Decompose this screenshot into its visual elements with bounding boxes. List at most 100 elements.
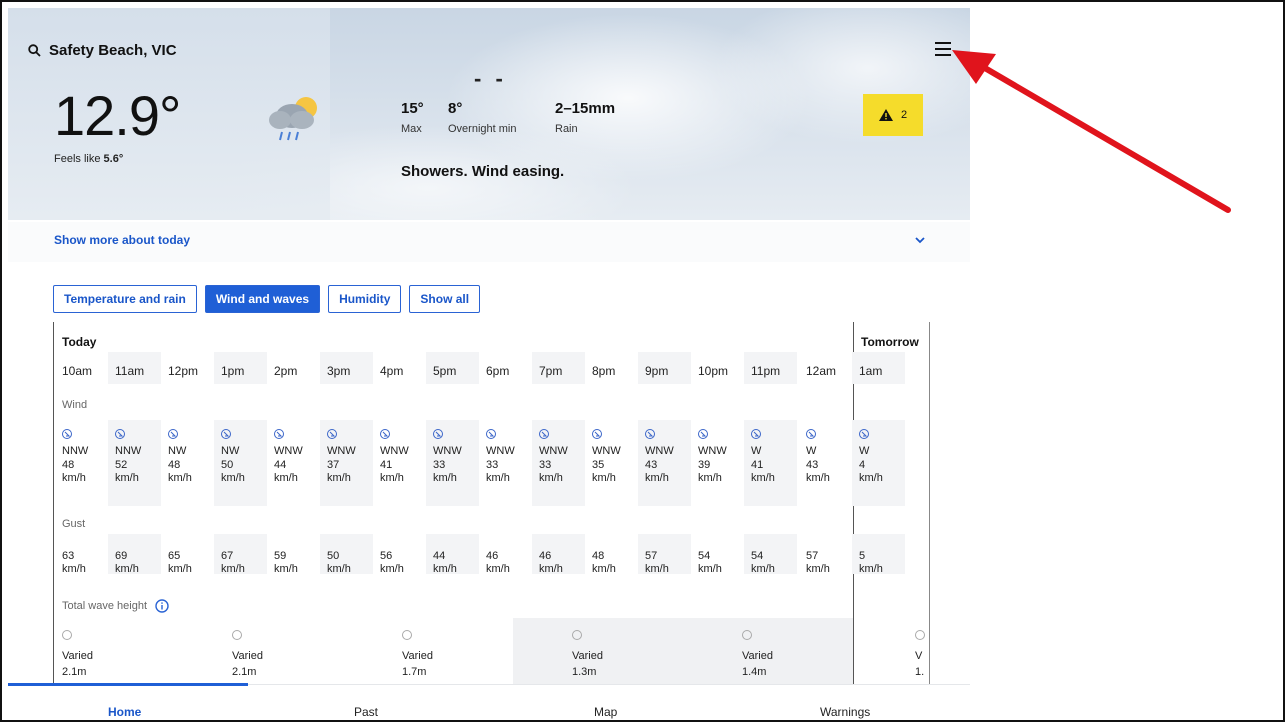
wind-direction-icon [859, 429, 869, 439]
day-label-tomorrow: Tomorrow [861, 335, 919, 349]
gust-speed: 57 [806, 550, 819, 562]
max-temp-value: 15° [401, 100, 424, 117]
wind-section-label: Wind [62, 399, 88, 411]
overnight-min-value: 8° [448, 100, 463, 117]
show-more-link[interactable]: Show more about today [54, 233, 190, 247]
gust-unit: km/h [221, 563, 245, 575]
wind-direction: WNW [327, 445, 356, 457]
wind-direction-icon [751, 429, 761, 439]
wind-direction: W [806, 445, 817, 457]
warning-triangle-icon [878, 109, 893, 121]
wind-direction-icon [698, 429, 708, 439]
gust-speed: 69 [115, 550, 128, 562]
gust-unit: km/h [486, 563, 510, 575]
wave-direction-icon [572, 630, 582, 640]
hour-header: 4pm [380, 364, 404, 378]
wind-direction-icon [62, 429, 72, 439]
location-search[interactable]: Safety Beach, VIC [28, 42, 177, 59]
info-icon[interactable] [155, 599, 169, 613]
wind-direction: WNW [539, 445, 568, 457]
wind-speed-unit: km/h [698, 472, 722, 484]
nav-map[interactable]: Map [594, 705, 617, 719]
wind-speed-unit: km/h [645, 472, 669, 484]
wind-speed: 35 [592, 459, 605, 471]
hour-header: 1pm [221, 364, 245, 378]
gust-unit: km/h [698, 563, 722, 575]
wind-direction-icon [168, 429, 178, 439]
hour-header: 12am [806, 364, 837, 378]
feels-like-value: 5.6° [103, 153, 124, 165]
annotation-arrow [952, 50, 1231, 213]
nav-home[interactable]: Home [108, 705, 141, 719]
warnings-badge[interactable]: 2 [863, 94, 923, 136]
chevron-down-icon[interactable] [914, 234, 926, 246]
wave-type: Varied [62, 650, 93, 662]
gust-speed: 63 [62, 550, 75, 562]
wind-direction-icon [433, 429, 443, 439]
wave-direction-icon [915, 630, 925, 640]
wind-speed: 48 [62, 459, 75, 471]
gust-speed: 50 [327, 550, 340, 562]
gust-unit: km/h [327, 563, 351, 575]
show-more-bar[interactable]: Show more about today [8, 222, 970, 262]
wind-speed: 37 [327, 459, 340, 471]
wind-speed-unit: km/h [433, 472, 457, 484]
wave-type: Varied [572, 650, 603, 662]
gust-unit: km/h [380, 563, 404, 575]
gust-speed: 46 [539, 550, 552, 562]
nav-past[interactable]: Past [354, 705, 378, 719]
gust-speed: 56 [380, 550, 393, 562]
wind-direction-icon [274, 429, 284, 439]
filter-show-all[interactable]: Show all [409, 285, 481, 313]
filter-temperature-and-rain[interactable]: Temperature and rain [53, 285, 197, 313]
wave-height: 2.1m [232, 666, 257, 678]
wind-direction-icon [539, 429, 549, 439]
hour-header: 3pm [327, 364, 351, 378]
wind-speed-unit: km/h [592, 472, 616, 484]
hourly-forecast-table[interactable]: Today Tomorrow Wind Gust Total wave heig… [53, 322, 930, 694]
wave-section-label: Total wave height [62, 599, 169, 613]
feels-like: Feels like 5.6° [54, 153, 123, 165]
location-name: Safety Beach, VIC [49, 42, 177, 59]
wind-direction-icon [115, 429, 125, 439]
max-temp-label: Max [401, 123, 422, 135]
warnings-count: 2 [900, 109, 908, 121]
gust-speed: 54 [698, 550, 711, 562]
wind-direction-icon [592, 429, 602, 439]
wind-direction: WNW [645, 445, 674, 457]
gust-unit: km/h [859, 563, 883, 575]
gust-speed: 5 [859, 550, 866, 562]
filter-wind-and-waves[interactable]: Wind and waves [204, 285, 321, 313]
gust-unit: km/h [274, 563, 298, 575]
filter-humidity[interactable]: Humidity [328, 285, 402, 313]
gust-unit: km/h [115, 563, 139, 575]
gust-speed: 67 [221, 550, 234, 562]
feels-like-label: Feels like [54, 153, 104, 165]
current-temperature: 12.9° [54, 84, 181, 147]
gust-unit: km/h [592, 563, 616, 575]
wave-direction-icon [232, 630, 242, 640]
table-left-border [53, 322, 54, 694]
wave-height: 2.1m [62, 666, 87, 678]
wind-speed: 43 [806, 459, 819, 471]
nav-warnings[interactable]: Warnings [820, 705, 870, 719]
wave-height: 1.3m [572, 666, 597, 678]
wind-direction: WNW [486, 445, 515, 457]
hour-header: 9pm [645, 364, 669, 378]
wind-speed-unit: km/h [168, 472, 192, 484]
gust-speed: 48 [592, 550, 605, 562]
search-icon [28, 44, 41, 57]
wind-speed: 33 [539, 459, 552, 471]
gust-unit: km/h [539, 563, 563, 575]
wave-height: 1. [915, 666, 925, 678]
status-dashes: - - [474, 66, 507, 91]
hour-header: 8pm [592, 364, 616, 378]
rain-forecast: 2–15mm Rain [555, 100, 615, 135]
gust-speed: 54 [751, 550, 764, 562]
wind-direction-icon [380, 429, 390, 439]
wind-direction: NW [168, 445, 187, 457]
gust-unit: km/h [751, 563, 775, 575]
wind-speed: 41 [380, 459, 393, 471]
wind-speed-unit: km/h [380, 472, 404, 484]
gust-unit: km/h [433, 563, 457, 575]
